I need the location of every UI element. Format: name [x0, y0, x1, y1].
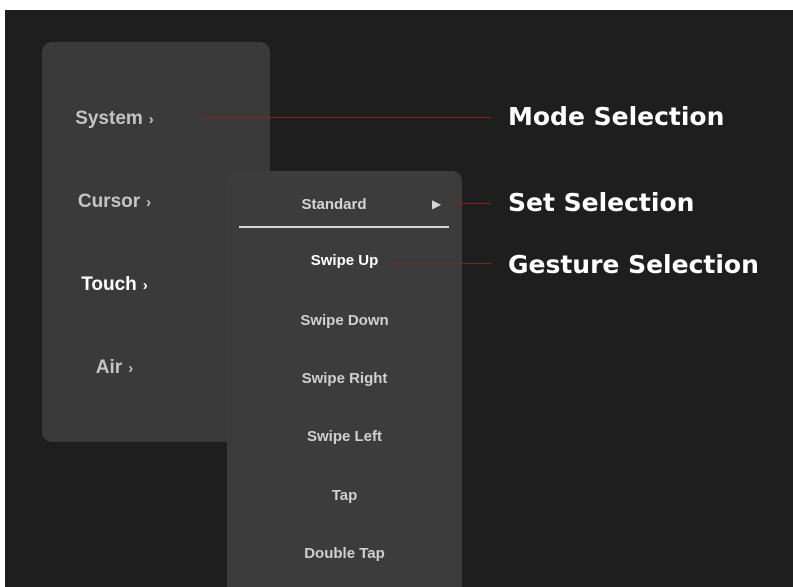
mode-item-label: System — [75, 108, 143, 129]
mode-selection-callout: Mode Selection — [508, 102, 725, 131]
chevron-right-icon: › — [148, 111, 154, 128]
chevron-right-icon: › — [146, 194, 152, 211]
mode-leader-line — [203, 117, 491, 118]
set-underline — [239, 226, 449, 228]
mode-item-cursor[interactable]: Cursor › — [42, 191, 187, 213]
gesture-item-swipe-left[interactable]: Swipe Left — [227, 428, 462, 445]
chevron-right-icon: › — [128, 360, 134, 377]
gesture-selection-callout: Gesture Selection — [508, 250, 759, 279]
diagram-canvas: System › Cursor › Touch › Air › Standard ▶ S… — [5, 10, 793, 587]
set-leader-line — [451, 203, 491, 204]
play-arrow-icon: ▶ — [432, 197, 442, 211]
mode-item-air[interactable]: Air › — [42, 357, 187, 379]
mode-item-system[interactable]: System › — [42, 108, 187, 130]
mode-item-label: Touch — [81, 274, 137, 295]
chevron-right-icon: › — [142, 277, 148, 294]
gesture-menu-panel: Standard ▶ Swipe Up Swipe Down Swipe Rig… — [227, 171, 462, 587]
mode-item-touch[interactable]: Touch › — [42, 274, 187, 296]
gesture-item-swipe-up[interactable]: Swipe Up — [227, 252, 462, 269]
gesture-item-double-tap[interactable]: Double Tap — [227, 545, 462, 562]
set-selection-callout: Set Selection — [508, 188, 695, 217]
set-label: Standard — [301, 196, 367, 213]
mode-item-label: Cursor — [77, 191, 141, 212]
gesture-item-swipe-down[interactable]: Swipe Down — [227, 312, 462, 329]
mode-item-label: Air — [95, 357, 123, 378]
gesture-item-tap[interactable]: Tap — [227, 487, 462, 504]
gesture-item-swipe-right[interactable]: Swipe Right — [227, 370, 462, 387]
gesture-leader-line — [393, 263, 491, 264]
set-selector[interactable]: Standard ▶ — [239, 192, 449, 228]
